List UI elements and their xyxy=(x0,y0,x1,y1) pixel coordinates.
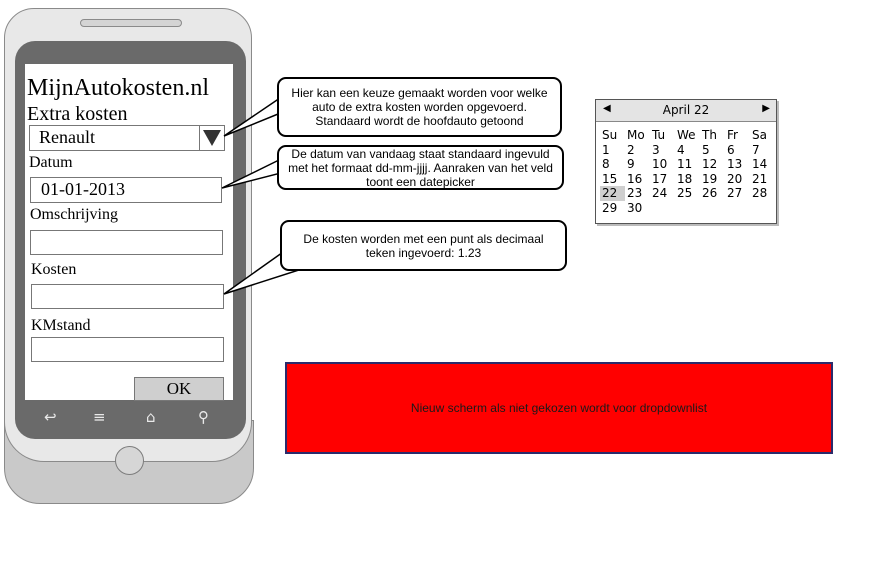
calendar-day[interactable]: 15 xyxy=(600,172,625,187)
calendar-day[interactable]: 27 xyxy=(725,186,750,201)
car-callout: Hier kan een keuze gemaakt worden voor w… xyxy=(277,77,562,137)
calendar-day[interactable]: 3 xyxy=(650,143,675,158)
calendar-day[interactable]: 8 xyxy=(600,157,625,172)
car-callout-pointer xyxy=(223,96,284,137)
weekday-header: Fr xyxy=(727,128,738,142)
calendar-day[interactable]: 6 xyxy=(725,143,750,158)
weekday-header: Su xyxy=(602,128,618,142)
weekday-header: Tu xyxy=(652,128,666,142)
calendar-day[interactable]: 4 xyxy=(675,143,700,158)
calendar-day[interactable]: 9 xyxy=(625,157,650,172)
calendar-day[interactable]: 19 xyxy=(700,172,725,187)
datepicker-month: April 22 xyxy=(662,103,710,117)
weekday-header: Th xyxy=(702,128,717,142)
dropdown-note-text: Nieuw scherm als niet gekozen wordt voor… xyxy=(410,401,708,415)
datepicker-header: ◀ April 22 ▶ xyxy=(596,100,776,122)
calendar-day[interactable]: 2 xyxy=(625,143,650,158)
weekday-header: We xyxy=(677,128,696,142)
calendar-day[interactable]: 26 xyxy=(700,186,725,201)
calendar-day[interactable]: 7 xyxy=(750,143,775,158)
calendar-day[interactable]: 23 xyxy=(625,186,650,201)
calendar-day[interactable]: 25 xyxy=(675,186,700,201)
dropdown-note-panel: Nieuw scherm als niet gekozen wordt voor… xyxy=(285,362,833,454)
cost-callout: De kosten worden met een punt als decima… xyxy=(280,220,567,271)
calendar-day[interactable]: 22 xyxy=(600,186,625,201)
calendar-day[interactable]: 17 xyxy=(650,172,675,187)
calendar-day[interactable]: 10 xyxy=(650,157,675,172)
calendar-day[interactable]: 24 xyxy=(650,186,675,201)
weekday-header: Sa xyxy=(752,128,767,142)
datepicker: ◀ April 22 ▶ Su Mo Tu We Th Fr Sa 1 2 3 4 5 6 7 8 9 10 11… xyxy=(595,99,777,224)
next-month-icon[interactable]: ▶ xyxy=(762,103,770,114)
date-callout-pointer xyxy=(221,158,282,189)
calendar-day[interactable]: 30 xyxy=(625,201,650,216)
calendar-day[interactable]: 21 xyxy=(750,172,775,187)
calendar-day[interactable]: 16 xyxy=(625,172,650,187)
datepicker-grid: Su Mo Tu We Th Fr Sa 1 2 3 4 5 6 7 8 9 10 11 12 13 14 15 16 17 1… xyxy=(600,128,775,215)
calendar-day[interactable]: 11 xyxy=(675,157,700,172)
calendar-day[interactable]: 18 xyxy=(675,172,700,187)
calendar-day[interactable]: 12 xyxy=(700,157,725,172)
calendar-day[interactable]: 1 xyxy=(600,143,625,158)
date-callout: De datum van vandaag staat standaard ing… xyxy=(277,145,564,190)
calendar-day[interactable]: 14 xyxy=(750,157,775,172)
calendar-day[interactable]: 28 xyxy=(750,186,775,201)
calendar-day[interactable]: 13 xyxy=(725,157,750,172)
calendar-day[interactable]: 29 xyxy=(600,201,625,216)
weekday-header: Mo xyxy=(627,128,645,142)
calendar-day[interactable]: 5 xyxy=(700,143,725,158)
calendar-day[interactable]: 20 xyxy=(725,172,750,187)
